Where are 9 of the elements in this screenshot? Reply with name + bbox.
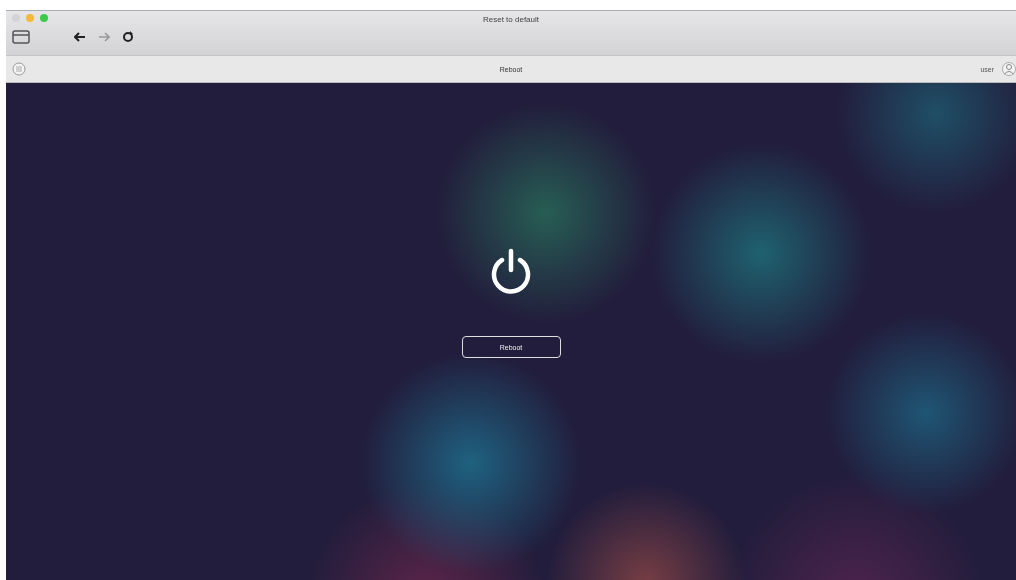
refresh-icon[interactable] xyxy=(122,31,134,43)
back-arrow-icon[interactable] xyxy=(74,32,86,42)
forward-arrow-icon[interactable] xyxy=(98,32,110,42)
minimize-button[interactable] xyxy=(26,14,34,22)
sidebar-icon[interactable] xyxy=(12,30,30,44)
window-title: Reset to default xyxy=(482,14,539,26)
zoom-button[interactable] xyxy=(40,14,48,22)
menu-icon[interactable] xyxy=(12,62,26,76)
user-avatar-icon[interactable] xyxy=(1002,61,1016,77)
